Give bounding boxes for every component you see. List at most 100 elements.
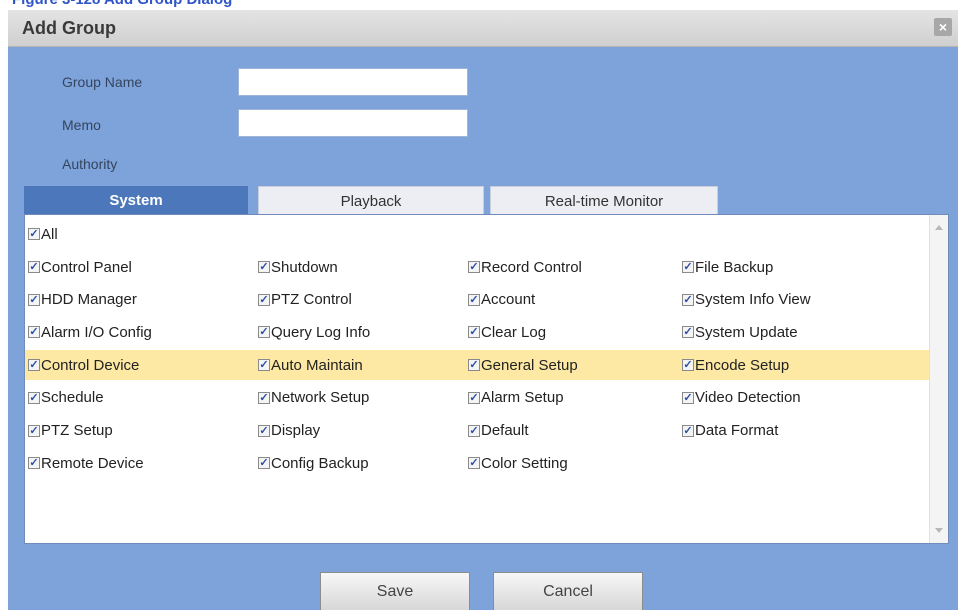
checkbox-label: System Update xyxy=(695,323,798,341)
authority-panel: ✓ All ✓ Control Panel ✓ Shutdown ✓ Record Con… xyxy=(24,214,949,544)
checkbox-label: Color Setting xyxy=(481,454,568,472)
save-button[interactable]: Save xyxy=(320,572,470,610)
checkbox-checked-icon: ✓ xyxy=(28,457,40,470)
checkbox-permission[interactable]: ✓ Account xyxy=(468,285,535,315)
group-name-input[interactable] xyxy=(238,68,468,96)
checkbox-label: PTZ Setup xyxy=(41,422,113,439)
checkbox-checked-icon: ✓ xyxy=(28,359,40,372)
checkbox-label: Record Control xyxy=(481,258,582,276)
checkbox-label: Config Backup xyxy=(271,454,369,472)
checkbox-permission[interactable]: ✓ Query Log Info xyxy=(258,317,370,347)
checkbox-label: Data Format xyxy=(695,422,779,439)
checkbox-checked-icon: ✓ xyxy=(468,359,480,372)
checkbox-permission[interactable]: ✓ PTZ Setup xyxy=(28,416,113,446)
checkbox-checked-icon: ✓ xyxy=(468,424,480,437)
dialog-titlebar: Add Group × xyxy=(8,10,958,47)
checkbox-all[interactable]: ✓ All xyxy=(28,219,58,249)
checkbox-label: Schedule xyxy=(41,389,104,407)
checkbox-permission[interactable]: ✓ Control Device xyxy=(28,350,139,380)
permission-row-highlighted: ✓ Control Device ✓ Auto Maintain ✓ General Se… xyxy=(25,350,930,381)
cancel-button[interactable]: Cancel xyxy=(493,572,643,610)
checkbox-checked-icon: ✓ xyxy=(682,424,694,437)
group-name-label: Group Name xyxy=(62,74,143,90)
checkbox-permission[interactable]: ✓ Alarm I/O Config xyxy=(28,317,152,347)
checkbox-permission[interactable]: ✓ System Update xyxy=(682,317,798,347)
checkbox-permission[interactable]: ✓ System Info View xyxy=(682,285,811,315)
checkbox-checked-icon: ✓ xyxy=(28,261,40,273)
permission-row: ✓ Alarm I/O Config ✓ Query Log Info ✓ Clear L… xyxy=(25,317,930,347)
checkbox-checked-icon: ✓ xyxy=(258,391,270,404)
scroll-down-icon[interactable] xyxy=(935,528,943,533)
checkbox-label: Auto Maintain xyxy=(271,356,363,374)
vertical-scrollbar[interactable] xyxy=(929,215,948,543)
checkbox-checked-icon: ✓ xyxy=(258,359,270,372)
checkbox-label: Remote Device xyxy=(41,454,144,472)
checkbox-label: Control Device xyxy=(41,356,140,374)
checkbox-checked-icon: ✓ xyxy=(258,424,270,437)
permission-row: ✓ Remote Device ✓ Config Backup ✓ Color Setti… xyxy=(25,448,930,478)
checkbox-permission[interactable]: ✓ PTZ Control xyxy=(258,285,352,315)
checkbox-checked-icon: ✓ xyxy=(682,359,694,372)
checkbox-checked-icon: ✓ xyxy=(258,457,270,470)
checkbox-checked-icon: ✓ xyxy=(258,326,270,339)
checkbox-label: General Setup xyxy=(481,356,578,374)
checkbox-label: Control Panel xyxy=(41,258,132,276)
checkbox-label: HDD Manager xyxy=(41,291,137,309)
checkbox-checked-icon: ✓ xyxy=(682,293,694,306)
checkbox-checked-icon: ✓ xyxy=(258,293,270,306)
checkbox-checked-icon: ✓ xyxy=(28,326,40,339)
checkbox-checked-icon: ✓ xyxy=(28,293,40,306)
checkbox-permission[interactable]: ✓ Auto Maintain xyxy=(258,350,363,380)
checkbox-permission[interactable]: ✓ Data Format xyxy=(682,416,778,446)
checkbox-label: Alarm Setup xyxy=(481,389,564,407)
page-header-text: Figure 3-128 Add Group Dialog xyxy=(12,0,232,8)
checkbox-permission[interactable]: ✓ Video Detection xyxy=(682,383,801,413)
checkbox-label: Clear Log xyxy=(481,323,547,341)
checkbox-label: Video Detection xyxy=(695,389,801,407)
checkbox-label: Alarm I/O Config xyxy=(41,323,152,341)
checkbox-permission[interactable]: ✓ Alarm Setup xyxy=(468,383,564,413)
checkbox-checked-icon: ✓ xyxy=(682,326,694,339)
tab-real-time-monitor[interactable]: Real-time Monitor xyxy=(490,186,718,216)
checkbox-permission[interactable]: ✓ Remote Device xyxy=(28,448,144,478)
page-header-strip: Figure 3-128 Add Group Dialog xyxy=(0,0,958,8)
tab-playback[interactable]: Playback xyxy=(258,186,484,216)
permission-row: ✓ Schedule ✓ Network Setup ✓ Alarm Setup ✓ Vide… xyxy=(25,383,930,413)
checkbox-permission[interactable]: ✓ Schedule xyxy=(28,383,104,413)
checkbox-permission[interactable]: ✓ File Backup xyxy=(682,252,773,282)
dialog-title: Add Group xyxy=(22,18,116,38)
scroll-up-icon[interactable] xyxy=(935,225,943,230)
checkbox-permission[interactable]: ✓ HDD Manager xyxy=(28,285,137,315)
checkbox-permission[interactable]: ✓ Color Setting xyxy=(468,448,568,478)
checkbox-label: Query Log Info xyxy=(271,323,371,341)
checkbox-permission[interactable]: ✓ Default xyxy=(468,416,529,446)
checkbox-checked-icon: ✓ xyxy=(682,261,694,273)
checkbox-permission[interactable]: ✓ Display xyxy=(258,416,320,446)
memo-label: Memo xyxy=(62,117,101,133)
checkbox-permission[interactable]: ✓ Record Control xyxy=(468,252,582,282)
checkbox-label: Network Setup xyxy=(271,389,370,407)
checkbox-permission[interactable]: ✓ Shutdown xyxy=(258,252,338,282)
checkbox-permission[interactable]: ✓ Network Setup xyxy=(258,383,369,413)
tab-system[interactable]: System xyxy=(24,186,248,216)
checkbox-label: Encode Setup xyxy=(695,356,790,374)
checkbox-permission[interactable]: ✓ Encode Setup xyxy=(682,350,789,380)
checkbox-checked-icon: ✓ xyxy=(468,293,480,306)
checkbox-permission[interactable]: ✓ General Setup xyxy=(468,350,578,380)
checkbox-label: Display xyxy=(271,422,321,439)
all-row: ✓ All xyxy=(25,219,930,249)
add-group-dialog: Add Group × Group Name Memo Authority Sy… xyxy=(8,10,958,610)
permission-row: ✓ PTZ Setup ✓ Display ✓ Default ✓ Data Format xyxy=(25,416,930,446)
checkbox-permission[interactable]: ✓ Control Panel xyxy=(28,252,132,282)
permission-row: ✓ HDD Manager ✓ PTZ Control ✓ Account ✓ System … xyxy=(25,285,930,315)
authority-label: Authority xyxy=(62,156,118,172)
checkbox-label: PTZ Control xyxy=(271,291,352,309)
memo-input[interactable] xyxy=(238,109,468,137)
checkbox-checked-icon: ✓ xyxy=(468,261,480,273)
checkbox-label: System Info View xyxy=(695,291,811,309)
checkbox-permission[interactable]: ✓ Config Backup xyxy=(258,448,369,478)
checkbox-label: All xyxy=(41,225,58,243)
checkbox-permission[interactable]: ✓ Clear Log xyxy=(468,317,546,347)
close-icon[interactable]: × xyxy=(934,18,952,36)
checkbox-label: Shutdown xyxy=(271,258,338,276)
